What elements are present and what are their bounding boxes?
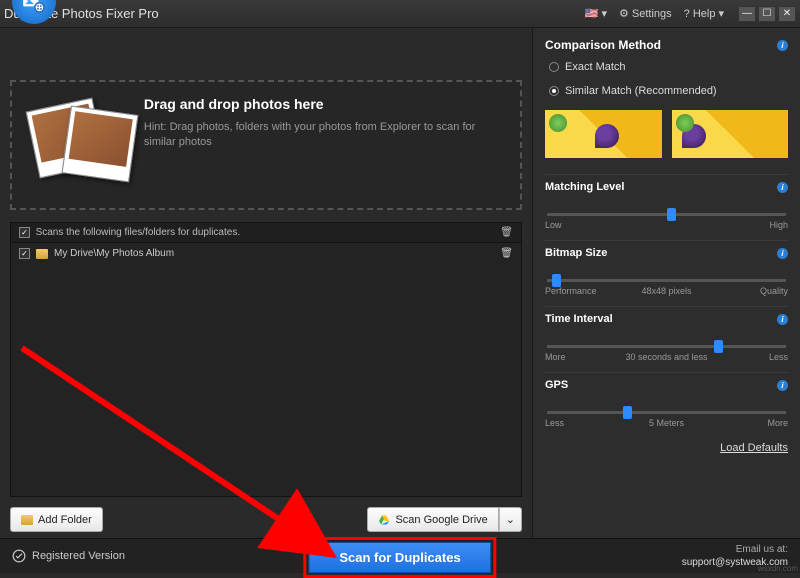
matching-level-title: Matching Leveli <box>545 174 788 193</box>
info-icon[interactable]: i <box>777 182 788 193</box>
load-defaults-link[interactable]: Load Defaults <box>720 442 788 454</box>
title-bar: Duplicate Photos Fixer Pro 🇺🇸 ▾ ⚙Setting… <box>0 0 800 28</box>
preview-image <box>545 110 662 158</box>
info-icon[interactable]: i <box>777 40 788 51</box>
minimize-button[interactable]: — <box>738 6 756 22</box>
google-drive-icon <box>378 514 390 526</box>
status-bar: Registered Version Scan for Duplicates E… <box>0 538 800 573</box>
matching-level-slider[interactable] <box>547 213 786 216</box>
similar-match-radio[interactable]: Similar Match (Recommended) <box>549 85 788 97</box>
close-button[interactable]: ✕ <box>778 6 796 22</box>
settings-link[interactable]: ⚙Settings <box>619 7 672 20</box>
scan-drive-dropdown[interactable]: ⌄ <box>499 507 522 532</box>
list-item[interactable]: ✓ My Drive\My Photos Album 🗑 <box>11 243 521 264</box>
remove-row-icon[interactable]: 🗑 <box>500 248 513 259</box>
preview-thumbnails <box>545 110 788 158</box>
folder-path: My Drive\My Photos Album <box>54 248 174 259</box>
clear-all-icon[interactable]: 🗑 <box>500 227 513 238</box>
dropzone[interactable]: Drag and drop photos here Hint: Drag pho… <box>10 80 522 210</box>
folder-list: ✓ My Drive\My Photos Album 🗑 <box>10 243 522 497</box>
gear-icon: ⚙ <box>619 7 629 20</box>
gps-title: GPSi <box>545 372 788 391</box>
comparison-method-title: Comparison Methodi <box>545 38 788 52</box>
add-folder-button[interactable]: Add Folder <box>10 507 103 532</box>
folder-icon <box>36 249 48 259</box>
info-icon[interactable]: i <box>777 314 788 325</box>
watermark: wsxdn.com <box>758 564 798 573</box>
exact-match-radio[interactable]: Exact Match <box>549 61 788 73</box>
language-selector[interactable]: 🇺🇸 ▾ <box>585 7 607 20</box>
folder-list-header: ✓ Scans the following files/folders for … <box>10 222 522 243</box>
info-icon[interactable]: i <box>777 248 788 259</box>
bitmap-size-title: Bitmap Sizei <box>545 240 788 259</box>
row-checkbox[interactable]: ✓ <box>19 248 30 259</box>
dropzone-illustration <box>30 96 128 186</box>
gps-slider[interactable] <box>547 411 786 414</box>
dropzone-hint: Hint: Drag photos, folders with your pho… <box>144 120 502 151</box>
folder-icon <box>21 515 33 525</box>
maximize-button[interactable]: ☐ <box>758 6 776 22</box>
time-interval-slider[interactable] <box>547 345 786 348</box>
dropzone-heading: Drag and drop photos here <box>144 96 502 112</box>
info-icon[interactable]: i <box>777 380 788 391</box>
registered-label: Registered Version <box>12 549 125 563</box>
help-link[interactable]: ? Help ▾ <box>684 7 724 20</box>
time-interval-title: Time Intervali <box>545 306 788 325</box>
comparison-panel: Comparison Methodi Exact Match Similar M… <box>532 28 800 538</box>
chevron-down-icon: ⌄ <box>506 513 515 526</box>
preview-image <box>672 110 789 158</box>
scan-button-highlight: Scan for Duplicates <box>303 537 496 578</box>
scan-for-duplicates-button[interactable]: Scan for Duplicates <box>308 542 491 573</box>
scan-google-drive-button[interactable]: Scan Google Drive <box>367 507 498 532</box>
select-all-checkbox[interactable]: ✓ <box>19 227 30 238</box>
check-circle-icon <box>12 549 26 563</box>
bitmap-size-slider[interactable] <box>547 279 786 282</box>
